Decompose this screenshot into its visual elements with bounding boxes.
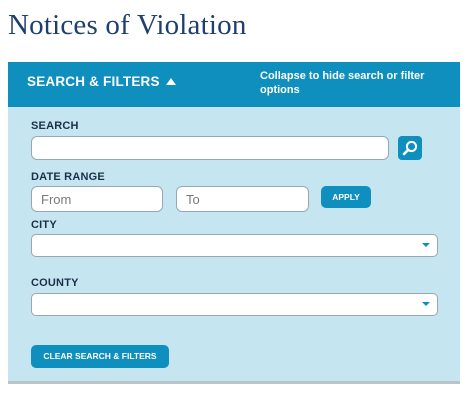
city-label: CITY <box>31 219 57 231</box>
search-input[interactable] <box>31 136 389 160</box>
county-label: COUNTY <box>31 277 79 289</box>
caret-up-icon <box>165 77 176 85</box>
apply-button[interactable]: APPLY <box>321 186 371 208</box>
city-select[interactable] <box>31 234 438 257</box>
clear-search-filters-button[interactable]: CLEAR SEARCH & FILTERS <box>31 345 169 368</box>
search-filters-toggle-label: SEARCH & FILTERS <box>27 74 160 89</box>
date-to-input[interactable] <box>176 186 309 212</box>
date-from-input[interactable] <box>31 186 163 212</box>
search-button[interactable] <box>398 136 422 160</box>
search-filters-toggle[interactable]: SEARCH & FILTERS <box>27 74 176 89</box>
county-select[interactable] <box>31 293 438 316</box>
page-title: Notices of Violation <box>8 9 247 41</box>
search-label: SEARCH <box>31 120 79 132</box>
magnifier-icon <box>402 140 418 156</box>
search-filters-panel: SEARCH & FILTERS Collapse to hide search… <box>8 62 460 384</box>
panel-header: SEARCH & FILTERS Collapse to hide search… <box>8 62 460 107</box>
caret-down-icon <box>422 302 430 306</box>
caret-down-icon <box>422 243 430 247</box>
collapse-hint: Collapse to hide search or filter option… <box>260 70 425 96</box>
date-range-label: DATE RANGE <box>31 171 105 183</box>
